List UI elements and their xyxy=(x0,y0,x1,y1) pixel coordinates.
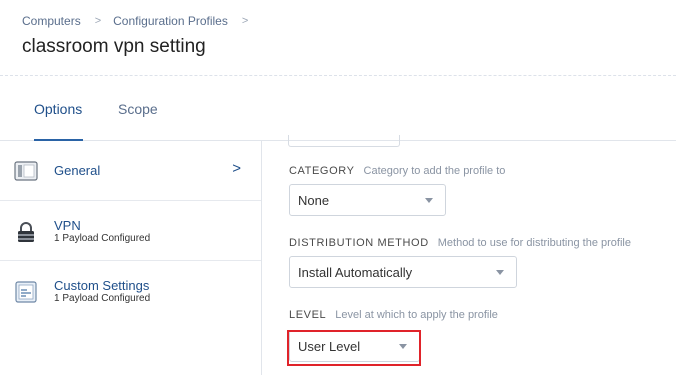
level-hint: Level at which to apply the profile xyxy=(335,309,498,321)
category-value: None xyxy=(298,193,330,208)
sidebar-item-label: VPN xyxy=(54,218,81,233)
breadcrumb-configuration-profiles[interactable]: Configuration Profiles xyxy=(113,14,228,28)
distribution-method-hint: Method to use for distributing the profi… xyxy=(437,237,631,249)
dropdown-caret-icon xyxy=(425,198,433,203)
page-header: Computers > Configuration Profiles > cla… xyxy=(0,0,676,76)
breadcrumb-computers[interactable]: Computers xyxy=(22,14,81,28)
tab-scope[interactable]: Scope xyxy=(118,101,158,117)
name-field-partial[interactable] xyxy=(288,135,400,147)
dropdown-caret-icon xyxy=(496,270,504,275)
page-title: classroom vpn setting xyxy=(22,36,206,57)
sidebar-item-general[interactable]: General > xyxy=(0,141,261,201)
level-label: LEVEL Level at which to apply the profile xyxy=(289,309,498,321)
custom-settings-icon xyxy=(14,281,38,303)
category-hint: Category to add the profile to xyxy=(363,165,506,177)
tab-options[interactable]: Options xyxy=(34,101,82,117)
payload-count: 1 Payload Configured xyxy=(54,233,151,244)
sidebar-item-label: General xyxy=(54,163,101,178)
breadcrumb: Computers > Configuration Profiles > xyxy=(22,14,260,28)
lock-icon xyxy=(14,221,38,243)
category-select[interactable]: None xyxy=(289,184,446,216)
distribution-method-value: Install Automatically xyxy=(298,265,413,280)
chevron-right-icon: > xyxy=(232,160,241,177)
general-settings-icon xyxy=(14,160,38,182)
breadcrumb-separator: > xyxy=(94,15,102,27)
sidebar-item-label: Custom Settings xyxy=(54,278,150,293)
category-label: CATEGORY Category to add the profile to xyxy=(289,165,506,177)
sidebar-item-vpn[interactable]: VPN 1 Payload Configured xyxy=(0,201,261,261)
level-select-highlight xyxy=(287,330,421,366)
breadcrumb-separator: > xyxy=(241,15,249,27)
payload-sidebar: General > VPN 1 Payload Configured Custo… xyxy=(0,141,262,375)
distribution-method-select[interactable]: Install Automatically xyxy=(289,256,517,288)
sidebar-item-custom-settings[interactable]: Custom Settings 1 Payload Configured xyxy=(0,261,261,321)
tab-bar: Options Scope xyxy=(0,77,676,141)
distribution-method-label: DISTRIBUTION METHOD Method to use for dis… xyxy=(289,237,631,249)
payload-count: 1 Payload Configured xyxy=(54,293,151,304)
